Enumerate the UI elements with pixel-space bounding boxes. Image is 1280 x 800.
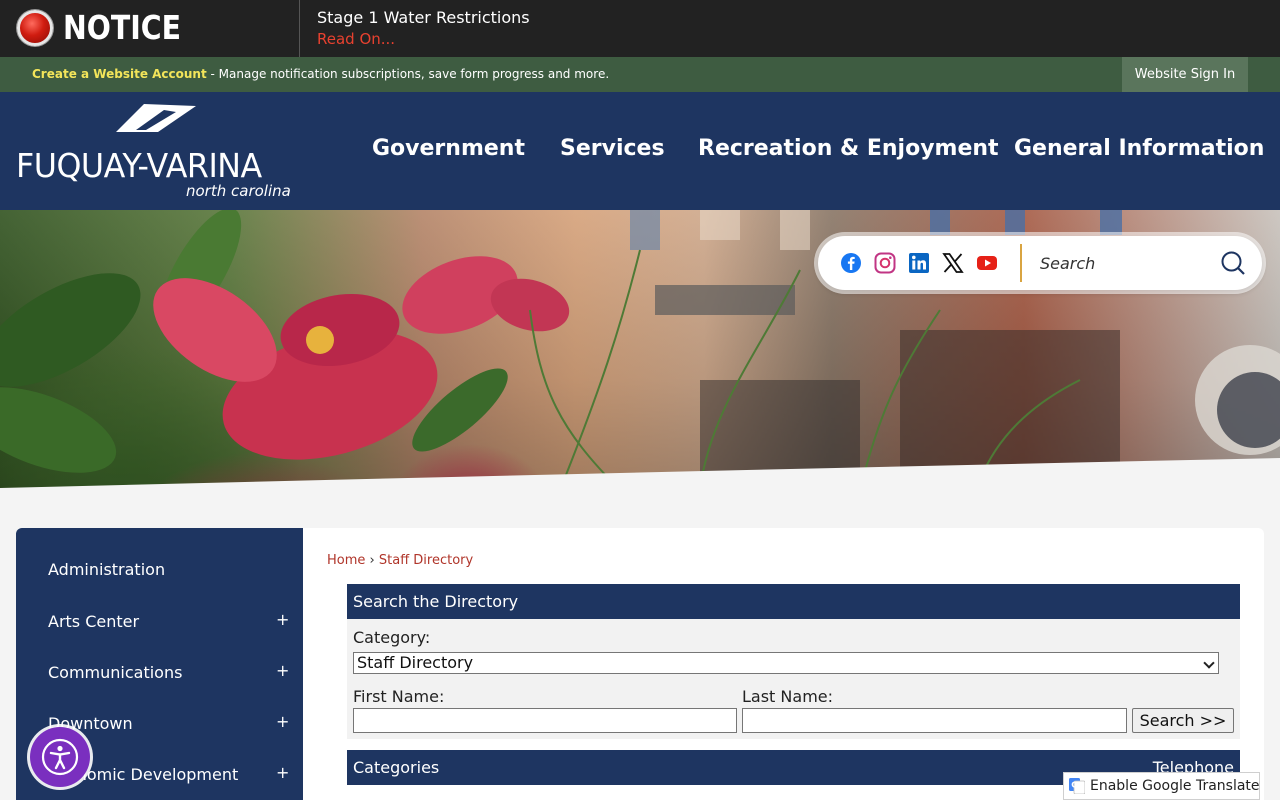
- google-translate-icon: G: [1069, 778, 1085, 794]
- expand-icon[interactable]: +: [276, 712, 289, 731]
- last-name-label: Last Name:: [742, 687, 834, 706]
- expand-icon[interactable]: +: [276, 661, 289, 680]
- search-divider: [1020, 244, 1022, 282]
- breadcrumb-current[interactable]: Staff Directory: [379, 553, 473, 568]
- alert-dot-icon: [17, 10, 53, 46]
- breadcrumb-separator: ›: [369, 553, 375, 568]
- account-message: Create a Website Account - Manage notifi…: [32, 67, 609, 81]
- youtube-icon[interactable]: [976, 252, 998, 274]
- notice-title: Stage 1 Water Restrictions: [317, 8, 530, 27]
- linkedin-icon[interactable]: [908, 252, 930, 274]
- breadcrumb: Home › Staff Directory: [327, 553, 473, 568]
- expand-icon[interactable]: +: [276, 763, 289, 782]
- category-label: Category:: [353, 628, 431, 647]
- logo-mark-icon: [116, 104, 196, 132]
- expand-icon[interactable]: +: [276, 610, 289, 629]
- nav-recreation[interactable]: Recreation & Enjoyment: [698, 136, 999, 161]
- x-icon[interactable]: [942, 252, 964, 274]
- category-select-value: Staff Directory: [357, 653, 474, 672]
- logo-subtitle: north carolina: [186, 182, 291, 200]
- sidebar-item-arts-center[interactable]: Arts Center: [48, 612, 139, 631]
- google-translate-label: Enable Google Translate: [1090, 778, 1260, 794]
- social-search-bar: [818, 236, 1262, 290]
- breadcrumb-home[interactable]: Home: [327, 553, 365, 568]
- directory-search-form: Category: Staff Directory First Name: La…: [347, 619, 1240, 739]
- notice-bar: NOTICE Stage 1 Water Restrictions Read O…: [0, 0, 1280, 57]
- directory-search-heading: Search the Directory: [347, 584, 1240, 619]
- directory-search-button[interactable]: Search >>: [1132, 708, 1234, 733]
- notice-label-area: NOTICE: [0, 0, 300, 57]
- site-header: FUQUAY-VARINA north carolina Government …: [0, 92, 1280, 210]
- instagram-icon[interactable]: [874, 252, 896, 274]
- accessibility-button[interactable]: [30, 727, 90, 787]
- create-account-link[interactable]: Create a Website Account: [32, 67, 207, 81]
- first-name-label: First Name:: [353, 687, 445, 706]
- google-translate-button[interactable]: G Enable Google Translate: [1063, 772, 1260, 800]
- account-description: - Manage notification subscriptions, sav…: [206, 67, 610, 81]
- notice-label: NOTICE: [63, 8, 182, 47]
- nav-general-information[interactable]: General Information: [1014, 136, 1264, 161]
- last-name-input[interactable]: [742, 708, 1127, 733]
- svg-text:G: G: [1071, 781, 1078, 790]
- website-sign-in-button[interactable]: Website Sign In: [1122, 57, 1248, 92]
- account-bar: Create a Website Account - Manage notifi…: [0, 57, 1280, 92]
- facebook-icon[interactable]: [840, 252, 862, 274]
- chevron-down-icon: [1203, 657, 1215, 669]
- accessibility-icon: [41, 738, 79, 776]
- sidebar-item-communications[interactable]: Communications: [48, 663, 182, 682]
- logo-name: FUQUAY-VARINA: [16, 146, 262, 185]
- site-logo[interactable]: FUQUAY-VARINA north carolina: [14, 104, 294, 200]
- categories-heading: Categories: [353, 758, 440, 777]
- nav-government[interactable]: Government: [372, 136, 525, 161]
- category-select[interactable]: Staff Directory: [353, 652, 1219, 674]
- sidebar-item-administration[interactable]: Administration: [48, 560, 165, 579]
- site-search-input[interactable]: [1032, 246, 1212, 280]
- main-content: Home › Staff Directory Search the Direct…: [303, 528, 1264, 800]
- search-icon[interactable]: [1220, 250, 1246, 276]
- nav-services[interactable]: Services: [560, 136, 665, 161]
- first-name-input[interactable]: [353, 708, 737, 733]
- notice-read-on-link[interactable]: Read On...: [317, 30, 395, 48]
